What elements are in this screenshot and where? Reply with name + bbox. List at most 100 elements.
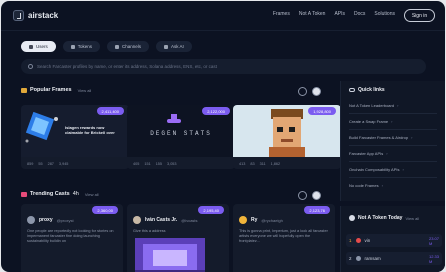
cast-text: This is gonna print, Imperium, just a lo… — [239, 229, 328, 243]
view-all-casts-link[interactable]: View all — [85, 192, 99, 197]
quick-link-label: Not A Token Leaderboard — [349, 103, 395, 108]
quick-links-heading: Quick links — [349, 87, 385, 93]
frames-icon — [21, 87, 27, 93]
cast-count-badge: 2,360,00 — [92, 206, 118, 214]
divider — [349, 145, 437, 146]
rank-value: 23.07 M — [429, 235, 440, 246]
tab-channels[interactable]: Channels — [107, 41, 150, 52]
frame-overlay-text: DEGEN STATS — [150, 130, 212, 137]
cast-author: Iván Casts Jr. @ivcasts — [133, 216, 198, 224]
stat-replies: 155 — [155, 162, 163, 166]
section-title: Trending Casts — [30, 191, 70, 197]
frame-stats: 405 151 155 3,053 — [133, 162, 177, 166]
stat-views: 1,862 — [270, 162, 281, 166]
tab-label: Ask AI — [171, 44, 184, 49]
frame-count-badge: 1,928,800 — [308, 107, 336, 115]
search-icon — [28, 64, 33, 69]
quick-link-item[interactable]: Build Farcaster Frames & Airdrop › — [349, 135, 412, 140]
sign-in-button[interactable]: Sign in — [404, 9, 435, 22]
carousel-prev-button[interactable] — [298, 191, 307, 200]
tab-label: Channels — [122, 44, 142, 49]
badge-value: 1,928,800 — [313, 108, 331, 114]
trending-casts-heading: Trending Casts 4h View all — [21, 191, 99, 197]
frame-stats: 413 83 311 1,862 — [239, 162, 280, 166]
frame-stats: 859 55 287 3,945 — [27, 162, 68, 166]
search-placeholder: Search Farcaster profiles by name, or en… — [37, 64, 217, 69]
quick-link-label: Farcaster App APIs — [349, 151, 384, 156]
leaderboard-row[interactable]: 1 vin 23.07 M — [346, 234, 442, 247]
chevron-right-icon: › — [397, 103, 399, 108]
chevron-right-icon: › — [381, 183, 383, 188]
divider — [349, 161, 437, 162]
section-title: Popular Frames — [30, 87, 72, 93]
quick-link-label: No code Frames — [349, 183, 379, 188]
frame-card[interactable]: Islagen rewards now claimable for Bricke… — [21, 105, 129, 169]
tab-ask-ai[interactable]: Ask AI — [156, 41, 192, 52]
chevron-right-icon: › — [411, 135, 413, 140]
nav-link-solutions[interactable]: Solutions — [374, 11, 395, 17]
quick-link-item[interactable]: Onchain Composability APIs › — [349, 167, 404, 172]
carousel-next-button[interactable] — [312, 87, 321, 96]
badge-value: 2,195,40 — [203, 207, 219, 213]
quick-link-label: Build Farcaster Frames & Airdrop — [349, 135, 409, 140]
casts-icon — [21, 191, 27, 197]
ai-icon — [164, 44, 169, 49]
frame-card[interactable]: 1,928,800 413 83 311 1,862 — [233, 105, 341, 169]
cast-count-badge: 2,195,40 — [198, 206, 224, 214]
rank-entry: 1 vin 23.07 M — [349, 236, 439, 246]
stat-recasts: 151 — [144, 162, 151, 166]
cast-text: One people are reportedly not looking fo… — [27, 229, 114, 243]
tab-users[interactable]: Users — [21, 41, 56, 52]
author-name: proxy — [39, 217, 53, 223]
stat-replies: 311 — [259, 162, 266, 166]
quick-links-title: Quick links — [358, 87, 385, 93]
token-icon — [349, 215, 355, 221]
quick-link-item[interactable]: Farcaster App APIs › — [349, 151, 388, 156]
quick-link-label: Onchain Composability APIs — [349, 167, 400, 172]
view-all-leaderboard-link[interactable]: View all — [405, 216, 419, 221]
search-tabs: Users Tokens Channels Ask AI — [21, 41, 192, 52]
divider — [349, 113, 437, 114]
stat-views: 3,053 — [167, 162, 177, 166]
cast-card[interactable]: 2,195,40 Iván Casts Jr. @ivcasts Give th… — [127, 204, 229, 272]
leaderboard-heading: Not A Token Today View all — [349, 215, 419, 221]
rank-name: ramsam — [364, 256, 381, 261]
rank-name: vin — [364, 238, 371, 243]
quick-links-panel: Quick links Not A Token Leaderboard › Cre… — [340, 81, 445, 201]
cast-card[interactable]: 2,360,00 proxy @proxyst One people are r… — [21, 204, 123, 272]
nav-links: Frames Not A Token APIs Docs Solutions — [273, 11, 395, 17]
badge-value: 2,123,76 — [309, 207, 325, 213]
frame-card[interactable]: DEGEN STATS 2,122,000 405 151 155 3,053 — [127, 105, 235, 169]
author-handle: @proxyst — [56, 217, 74, 223]
nav-link-apis[interactable]: APIs — [334, 11, 345, 17]
carousel-prev-button[interactable] — [298, 87, 307, 96]
rank-number: 1 — [349, 238, 352, 243]
view-all-frames-link[interactable]: View all — [78, 88, 92, 93]
quick-link-item[interactable]: Not A Token Leaderboard › — [349, 103, 398, 108]
airstack-logo-icon — [13, 10, 24, 21]
quick-link-item[interactable]: No code Frames › — [349, 183, 383, 188]
brand-name: airstack — [28, 11, 59, 20]
stat-recasts: 83 — [250, 162, 255, 166]
frame-count-badge: 2,411,400 — [96, 107, 124, 115]
time-tag: 4h — [72, 191, 79, 197]
popular-frames-heading: Popular Frames View all — [21, 87, 91, 93]
quick-link-item[interactable]: Create a Swap Frame › — [349, 119, 392, 124]
cast-author: proxy @proxyst — [27, 216, 74, 224]
avatar — [27, 216, 35, 224]
stat-replies: 287 — [47, 162, 54, 166]
nav-link-not-a-token[interactable]: Not A Token — [299, 11, 326, 17]
leaderboard-title: Not A Token Today — [358, 215, 403, 221]
author-handle: @rychaeigh — [261, 217, 283, 223]
cast-card[interactable]: 2,123,76 Ry @rychaeigh This is gonna pri… — [233, 204, 335, 272]
carousel-next-button[interactable] — [312, 191, 321, 200]
search-input[interactable]: Search Farcaster profiles by name, or en… — [21, 59, 426, 74]
brand-logo[interactable]: airstack — [13, 10, 58, 21]
nav-link-docs[interactable]: Docs — [354, 11, 365, 17]
author-name: Iván Casts Jr. — [145, 217, 178, 223]
avatar — [239, 216, 247, 224]
tab-tokens[interactable]: Tokens — [62, 41, 101, 52]
leaderboard-row[interactable]: 2 ramsam 12.33 M — [346, 252, 442, 265]
cast-author: Ry @rychaeigh — [239, 216, 283, 224]
nav-link-frames[interactable]: Frames — [273, 11, 290, 17]
